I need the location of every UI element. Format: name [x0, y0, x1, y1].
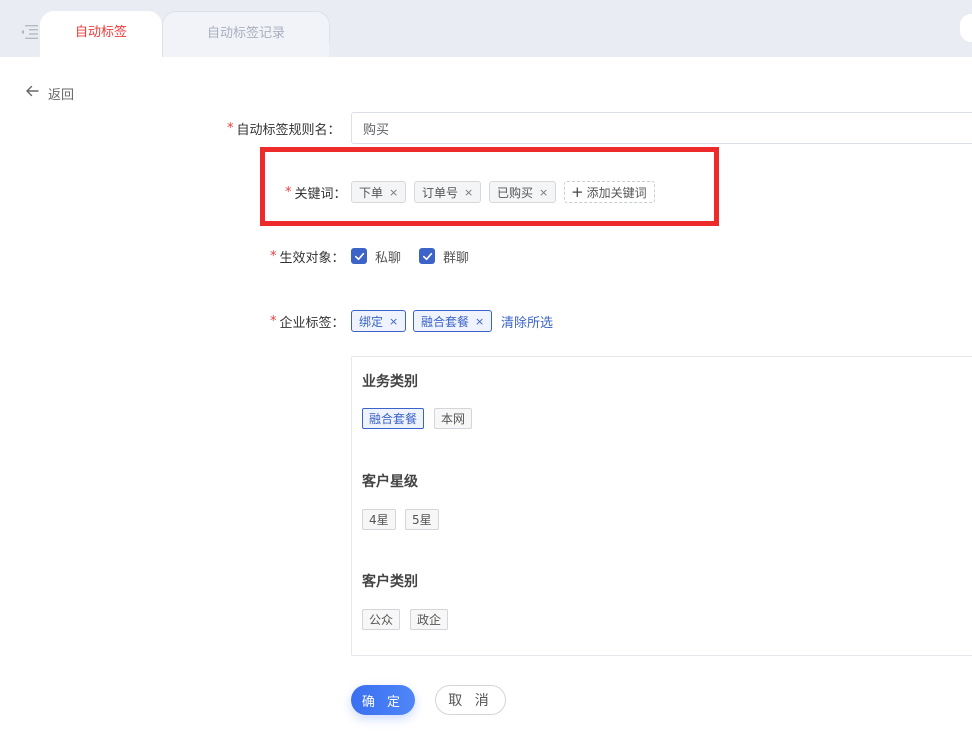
- close-icon[interactable]: ×: [389, 187, 398, 198]
- required-mark: *: [285, 184, 292, 200]
- required-mark: *: [270, 313, 277, 329]
- keyword-tag-label: 下单: [359, 185, 384, 200]
- group-title: 客户星级: [362, 474, 418, 490]
- corp-tags-label-row: * 企业标签：: [270, 310, 345, 332]
- rule-name-label: 自动标签规则名：: [236, 122, 341, 138]
- keyword-tag: 已购买 ×: [489, 181, 557, 203]
- selected-corp-tag-label: 绑定: [359, 314, 384, 329]
- private-chat-checkbox[interactable]: [351, 248, 367, 264]
- clear-selection-link[interactable]: 清除所选: [501, 312, 553, 331]
- keyword-tag: 订单号 ×: [414, 181, 482, 203]
- add-keyword-label: 添加关键词: [586, 185, 647, 200]
- close-icon[interactable]: ×: [539, 187, 548, 198]
- tag-option[interactable]: 4星: [362, 509, 396, 530]
- check-icon: [422, 252, 432, 260]
- arrow-left-icon: [24, 83, 40, 103]
- close-icon[interactable]: ×: [475, 316, 484, 327]
- close-icon[interactable]: ×: [464, 187, 473, 198]
- keyword-tag: 下单 ×: [351, 181, 407, 203]
- keywords-label-row: * 关键词：: [285, 180, 347, 204]
- tab-auto-tag-records[interactable]: 自动标签记录: [162, 11, 343, 57]
- group-chat-checkbox[interactable]: [419, 248, 435, 264]
- add-keyword-button[interactable]: + 添加关键词: [564, 181, 655, 203]
- keyword-tag-label: 已购买: [497, 185, 534, 200]
- selected-corp-tag: 绑定 ×: [351, 310, 407, 332]
- required-mark: *: [270, 248, 277, 264]
- group-title: 客户类别: [362, 574, 418, 590]
- group-chat-label[interactable]: 群聊: [443, 247, 469, 266]
- target-label-row: * 生效对象：: [270, 246, 345, 266]
- tag-option[interactable]: 融合套餐: [362, 408, 425, 429]
- target-label: 生效对象：: [279, 250, 345, 266]
- tab-auto-tag[interactable]: 自动标签: [40, 11, 162, 57]
- back-label: 返回: [48, 87, 75, 103]
- close-icon[interactable]: ×: [389, 316, 398, 327]
- keywords-label: 关键词：: [294, 186, 347, 202]
- menu-toggle-icon[interactable]: [20, 24, 38, 40]
- tag-option[interactable]: 政企: [410, 609, 449, 630]
- corp-tags-label: 企业标签：: [279, 315, 345, 331]
- selected-corp-tag: 融合套餐 ×: [413, 310, 493, 332]
- cancel-button[interactable]: 取 消: [435, 685, 506, 715]
- tag-option[interactable]: 本网: [434, 408, 473, 429]
- selected-corp-tag-label: 融合套餐: [421, 314, 470, 329]
- check-icon: [354, 252, 364, 260]
- required-mark: *: [227, 120, 234, 136]
- tag-option[interactable]: 5星: [405, 509, 439, 530]
- keyword-tag-label: 订单号: [422, 185, 459, 200]
- tabbar-edge: [960, 14, 972, 42]
- tab-bar: 自动标签 自动标签记录: [0, 0, 972, 57]
- back-link[interactable]: 返回: [24, 83, 75, 103]
- tag-option[interactable]: 公众: [362, 609, 401, 630]
- rule-name-input[interactable]: [351, 112, 972, 144]
- plus-icon: +: [571, 182, 584, 201]
- rule-name-row: * 自动标签规则名：: [227, 112, 341, 144]
- group-title: 业务类别: [362, 374, 418, 390]
- confirm-button[interactable]: 确 定: [351, 685, 415, 715]
- private-chat-label[interactable]: 私聊: [375, 247, 401, 266]
